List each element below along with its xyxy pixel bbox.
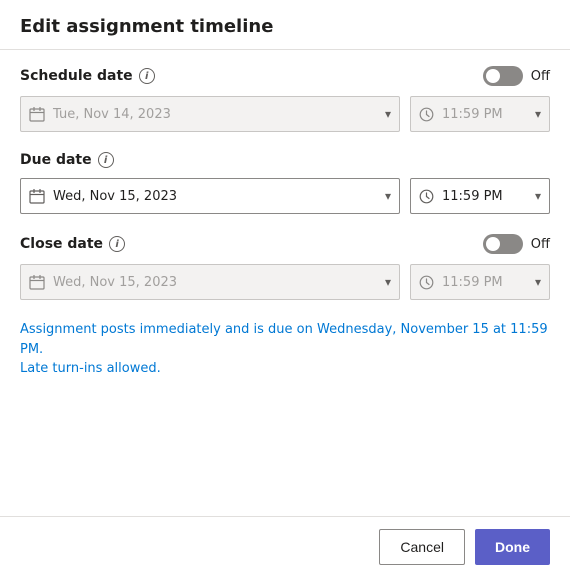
due-date-header: Due date i: [20, 152, 550, 168]
due-date-value: Wed, Nov 15, 2023: [53, 189, 377, 204]
close-date-toggle[interactable]: [483, 234, 523, 254]
close-date-toggle-label: Off: [531, 237, 550, 252]
schedule-date-input-row: Tue, Nov 14, 2023 ▾ 11:59 PM ▾: [20, 96, 550, 132]
close-date-label-row: Close date i: [20, 236, 125, 252]
schedule-time-value: 11:59 PM: [442, 107, 527, 122]
due-date-input-row: Wed, Nov 15, 2023 ▾ 11:59 PM ▾: [20, 178, 550, 214]
close-date-section: Close date i Off: [20, 234, 550, 300]
due-date-picker[interactable]: Wed, Nov 15, 2023 ▾: [20, 178, 400, 214]
schedule-date-toggle-row: Off: [483, 66, 550, 86]
schedule-date-toggle-thumb: [486, 69, 500, 83]
due-time-clock-icon: [419, 189, 434, 204]
edit-assignment-timeline-dialog: Edit assignment timeline Schedule date i…: [0, 0, 570, 577]
status-message-text: Assignment posts immediately and is due …: [20, 322, 548, 376]
schedule-time-clock-icon: [419, 107, 434, 122]
schedule-date-toggle-track: [483, 66, 523, 86]
due-date-chevron-icon: ▾: [385, 189, 391, 203]
schedule-date-header: Schedule date i Off: [20, 66, 550, 86]
close-time-clock-icon: [419, 275, 434, 290]
status-message: Assignment posts immediately and is due …: [20, 320, 550, 379]
dialog-header: Edit assignment timeline: [0, 0, 570, 50]
schedule-date-label-row: Schedule date i: [20, 68, 155, 84]
cancel-button[interactable]: Cancel: [379, 529, 465, 565]
due-time-picker[interactable]: 11:59 PM ▾: [410, 178, 550, 214]
close-date-picker[interactable]: Wed, Nov 15, 2023 ▾: [20, 264, 400, 300]
due-date-label: Due date: [20, 152, 92, 168]
dialog-footer: Cancel Done: [0, 516, 570, 577]
due-date-info-icon[interactable]: i: [98, 152, 114, 168]
schedule-date-section: Schedule date i Off: [20, 66, 550, 132]
schedule-date-toggle[interactable]: [483, 66, 523, 86]
schedule-date-label: Schedule date: [20, 68, 133, 84]
close-date-chevron-icon: ▾: [385, 275, 391, 289]
schedule-date-calendar-icon: [29, 106, 45, 122]
close-date-input-row: Wed, Nov 15, 2023 ▾ 11:59 PM ▾: [20, 264, 550, 300]
due-time-value: 11:59 PM: [442, 189, 527, 204]
schedule-time-picker[interactable]: 11:59 PM ▾: [410, 96, 550, 132]
close-time-value: 11:59 PM: [442, 275, 527, 290]
due-date-section: Due date i Wed, Nov 15, 2023 ▾: [20, 152, 550, 214]
schedule-time-chevron-icon: ▾: [535, 107, 541, 121]
dialog-body: Schedule date i Off: [0, 50, 570, 516]
due-date-calendar-icon: [29, 188, 45, 204]
schedule-date-toggle-label: Off: [531, 69, 550, 84]
close-time-chevron-icon: ▾: [535, 275, 541, 289]
due-time-chevron-icon: ▾: [535, 189, 541, 203]
due-date-label-row: Due date i: [20, 152, 114, 168]
schedule-date-picker[interactable]: Tue, Nov 14, 2023 ▾: [20, 96, 400, 132]
schedule-date-info-icon[interactable]: i: [139, 68, 155, 84]
schedule-date-value: Tue, Nov 14, 2023: [53, 107, 377, 122]
done-button[interactable]: Done: [475, 529, 550, 565]
schedule-date-chevron-icon: ▾: [385, 107, 391, 121]
close-date-value: Wed, Nov 15, 2023: [53, 275, 377, 290]
close-date-toggle-row: Off: [483, 234, 550, 254]
close-date-header: Close date i Off: [20, 234, 550, 254]
close-date-info-icon[interactable]: i: [109, 236, 125, 252]
close-time-picker[interactable]: 11:59 PM ▾: [410, 264, 550, 300]
close-date-calendar-icon: [29, 274, 45, 290]
close-date-label: Close date: [20, 236, 103, 252]
close-date-toggle-track: [483, 234, 523, 254]
close-date-toggle-thumb: [486, 237, 500, 251]
dialog-title: Edit assignment timeline: [20, 16, 550, 37]
